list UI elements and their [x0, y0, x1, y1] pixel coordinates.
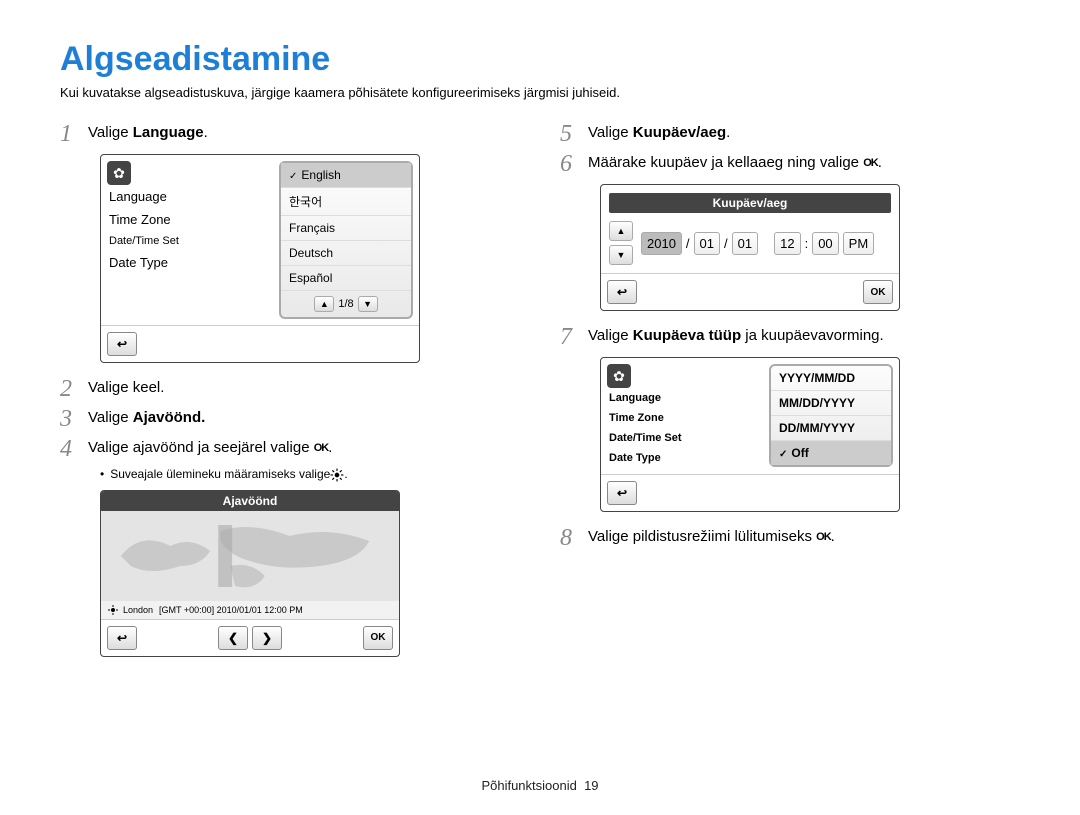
- step-number: 4: [60, 437, 88, 461]
- settings-menu: Language Time Zone Date/Time Set Date Ty…: [107, 185, 279, 274]
- month-field[interactable]: 01: [694, 232, 720, 255]
- day-field[interactable]: 01: [732, 232, 758, 255]
- menu-item-timezone[interactable]: Time Zone: [607, 408, 769, 428]
- lang-option-german[interactable]: Deutsch: [281, 241, 411, 266]
- dst-icon[interactable]: [107, 604, 119, 616]
- world-map[interactable]: [101, 511, 399, 601]
- step-number: 5: [560, 122, 588, 146]
- menu-item-language[interactable]: Language: [607, 388, 769, 408]
- step-number: 3: [60, 407, 88, 431]
- step-8: 8 Valige pildistusrežiimi lülitumiseks O…: [560, 526, 1020, 550]
- lang-option-korean[interactable]: 한국어: [281, 188, 411, 216]
- back-button[interactable]: ↩: [607, 481, 637, 505]
- step-number: 8: [560, 526, 588, 550]
- timezone-info: London [GMT +00:00] 2010/01/01 12:00 PM: [101, 601, 399, 619]
- language-device: ✿ Language Time Zone Date/Time Set Date …: [100, 154, 420, 363]
- step-number: 7: [560, 325, 588, 349]
- datetype-device: ✿ Language Time Zone Date/Time Set Date …: [600, 357, 900, 512]
- datetime-fields: 2010 / 01 / 01 12 : 00 PM: [641, 232, 874, 255]
- page-up-icon[interactable]: ▲: [314, 296, 334, 312]
- language-popup: English 한국어 Français Deutsch Español ▲ 1…: [279, 161, 413, 319]
- step-number: 1: [60, 122, 88, 146]
- ok-icon: OK: [314, 442, 329, 454]
- ok-button[interactable]: OK: [863, 280, 893, 304]
- step-5: 5 Valige Kuupäev/aeg.: [560, 122, 1020, 146]
- step-7: 7 Valige Kuupäeva tüüp ja kuupäevavormin…: [560, 325, 1020, 349]
- hour-field[interactable]: 12: [774, 232, 800, 255]
- page-footer: Põhifunktsioonid 19: [0, 778, 1080, 793]
- sun-icon: [330, 467, 344, 482]
- menu-item-datetype[interactable]: Date Type: [107, 251, 279, 274]
- ok-icon: OK: [863, 157, 878, 169]
- gear-icon: ✿: [107, 161, 131, 185]
- page-title: Algseadistamine: [60, 40, 1020, 79]
- menu-item-datetime[interactable]: Date/Time Set: [607, 428, 769, 448]
- step-6: 6 Määrake kuupäev ja kellaaeg ning valig…: [560, 152, 1020, 176]
- back-button[interactable]: ↩: [607, 280, 637, 304]
- step-number: 6: [560, 152, 588, 176]
- step-3: 3 Valige Ajavöönd.: [60, 407, 520, 431]
- datetype-mdy[interactable]: MM/DD/YYYY: [771, 391, 891, 416]
- datetype-off[interactable]: Off: [771, 441, 891, 465]
- intro-text: Kui kuvatakse algseadistuskuva, järgige …: [60, 85, 1020, 100]
- timezone-device: Ajavöönd London [GMT +00:00] 20: [100, 490, 400, 657]
- step-4-note: Suveajale ülemineku määramiseks valige .: [100, 467, 520, 482]
- lang-option-french[interactable]: Français: [281, 216, 411, 241]
- settings-menu: Language Time Zone Date/Time Set Date Ty…: [607, 388, 769, 468]
- timezone-title: Ajavöönd: [101, 491, 399, 511]
- back-button[interactable]: ↩: [107, 332, 137, 356]
- step-2: 2 Valige keel.: [60, 377, 520, 401]
- ampm-field[interactable]: PM: [843, 232, 875, 255]
- page-down-icon[interactable]: ▼: [358, 296, 378, 312]
- gear-icon: ✿: [607, 364, 631, 388]
- page-indicator: 1/8: [338, 298, 353, 310]
- pager: ▲ 1/8 ▼: [281, 291, 411, 317]
- datetype-dmy[interactable]: DD/MM/YYYY: [771, 416, 891, 441]
- value-up-button[interactable]: ▲: [609, 221, 633, 241]
- value-down-button[interactable]: ▼: [609, 245, 633, 265]
- ok-icon: OK: [816, 531, 831, 543]
- step-number: 2: [60, 377, 88, 401]
- datetime-title: Kuupäev/aeg: [609, 193, 891, 213]
- menu-item-timezone[interactable]: Time Zone: [107, 208, 279, 231]
- menu-item-datetype[interactable]: Date Type: [607, 448, 769, 468]
- next-button[interactable]: ❯: [252, 626, 282, 650]
- year-field[interactable]: 2010: [641, 232, 682, 255]
- datetime-device: Kuupäev/aeg ▲ ▼ 2010 / 01 / 01 12 :: [600, 184, 900, 311]
- datetype-ymd[interactable]: YYYY/MM/DD: [771, 366, 891, 391]
- menu-item-language[interactable]: Language: [107, 185, 279, 208]
- ok-button[interactable]: OK: [363, 626, 393, 650]
- lang-option-english[interactable]: English: [281, 163, 411, 188]
- prev-button[interactable]: ❮: [218, 626, 248, 650]
- step-1: 1 Valige Language.: [60, 122, 520, 146]
- menu-item-datetime[interactable]: Date/Time Set: [107, 231, 279, 251]
- minute-field[interactable]: 00: [812, 232, 838, 255]
- back-button[interactable]: ↩: [107, 626, 137, 650]
- lang-option-spanish[interactable]: Español: [281, 266, 411, 291]
- datetype-popup: YYYY/MM/DD MM/DD/YYYY DD/MM/YYYY Off: [769, 364, 893, 467]
- step-4: 4 Valige ajavöönd ja seejärel valige OK.: [60, 437, 520, 461]
